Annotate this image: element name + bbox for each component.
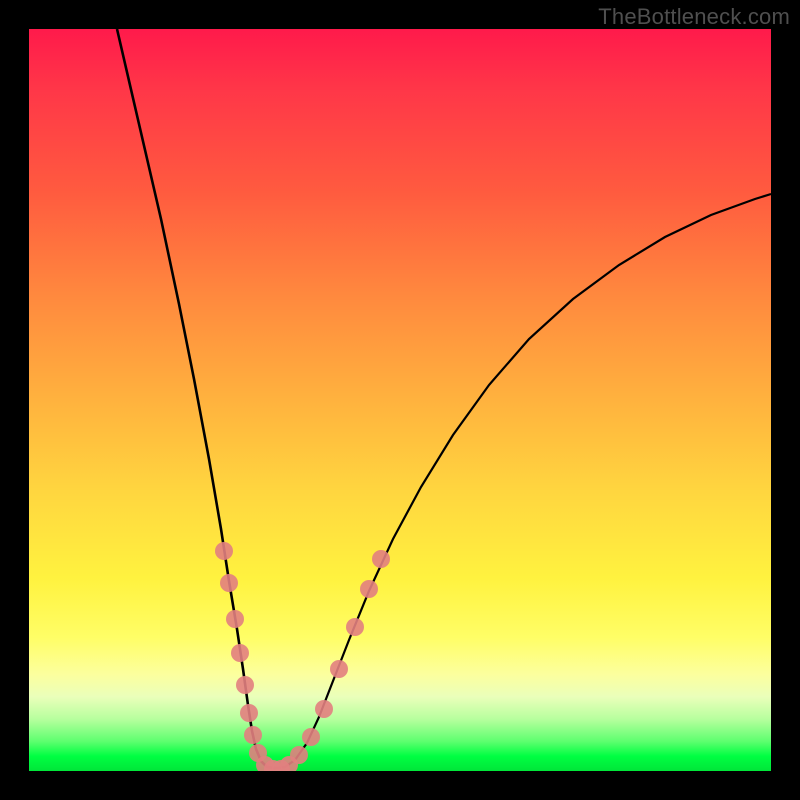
scatter-dot [346,618,364,636]
scatter-dot [220,574,238,592]
scatter-dot [215,542,233,560]
chart-svg [29,29,771,771]
scatter-dot [372,550,390,568]
scatter-dots [215,542,390,771]
scatter-dot [231,644,249,662]
curve-right [275,194,771,768]
scatter-dot [240,704,258,722]
scatter-dot [302,728,320,746]
watermark-text: TheBottleneck.com [598,4,790,30]
curve-left [117,29,275,768]
scatter-dot [226,610,244,628]
scatter-dot [330,660,348,678]
scatter-dot [244,726,262,744]
outer-frame: TheBottleneck.com [0,0,800,800]
scatter-dot [360,580,378,598]
scatter-dot [236,676,254,694]
plot-area [29,29,771,771]
scatter-dot [315,700,333,718]
scatter-dot [290,746,308,764]
